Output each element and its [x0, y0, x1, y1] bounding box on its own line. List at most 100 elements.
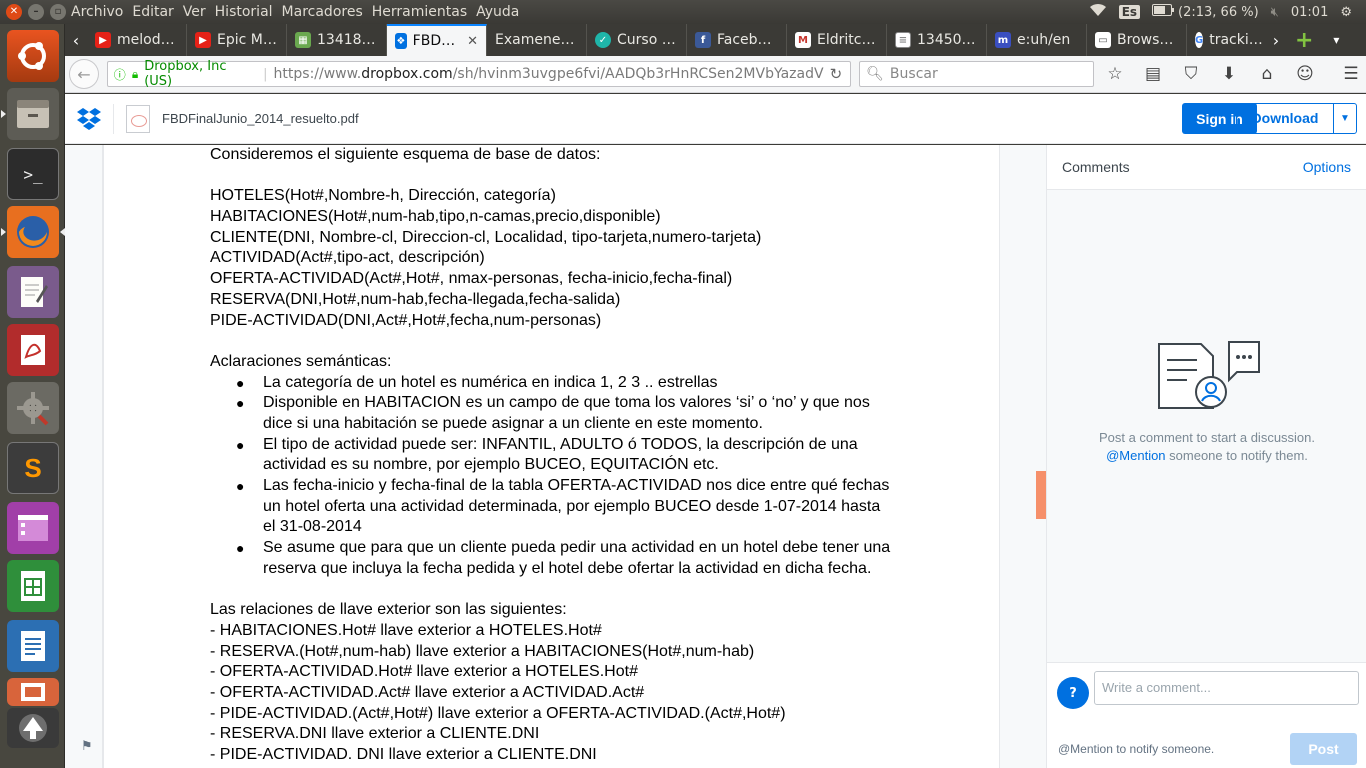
sublime-text-icon[interactable]: S — [7, 442, 59, 494]
tab[interactable]: ▭ Brows… — [1087, 24, 1187, 56]
toolbar-icons: ☆ ▤ ⛉ ⬇ ⌂ ☺ ☰ — [1100, 59, 1366, 89]
site-identity[interactable]: Dropbox, Inc (US) — [144, 59, 257, 89]
downloads-icon[interactable]: ⬇ — [1214, 59, 1244, 89]
hamburger-menu-icon[interactable]: ☰ — [1336, 59, 1366, 89]
writer-icon[interactable] — [7, 620, 59, 672]
flag-icon[interactable]: ⚑ — [81, 739, 93, 754]
tabs-scroll-left-icon[interactable]: ‹ — [65, 31, 87, 50]
menu-archivo[interactable]: Archivo — [70, 4, 131, 20]
keyboard-language-indicator[interactable]: Es — [1118, 5, 1141, 19]
comments-title: Comments — [1062, 159, 1130, 175]
list-item: ● La categoría de un hotel es numérica en… — [236, 373, 718, 391]
tab[interactable]: M Eldritc… — [787, 24, 887, 56]
tab-title: Epic M… — [217, 32, 277, 48]
tab-title: Faceb… — [717, 32, 772, 48]
wifi-icon[interactable] — [1089, 3, 1107, 21]
tab-active[interactable]: ❖ FBD… ✕ — [387, 24, 487, 56]
menu-herramientas[interactable]: Herramientas — [371, 4, 475, 20]
download-button[interactable]: Download ▼ — [1236, 103, 1357, 134]
tabs-scroll-right-icon[interactable]: › — [1265, 31, 1287, 50]
spreadsheet-icon[interactable] — [7, 560, 59, 612]
mention-hint: @Mention to notify someone. — [1058, 742, 1215, 756]
menu-historial[interactable]: Historial — [214, 4, 281, 20]
comment-input[interactable]: Write a comment... — [1094, 671, 1359, 705]
system-settings-icon[interactable] — [7, 382, 59, 434]
tab[interactable]: ▦ 13418… — [287, 24, 387, 56]
youtube-icon: ▶ — [95, 32, 111, 48]
url-bar[interactable]: ⓘ 🔒︎ Dropbox, Inc (US) | https://www.dro… — [106, 59, 852, 89]
pocket-icon[interactable]: ⛉ — [1176, 59, 1206, 89]
schema-line: PIDE-ACTIVIDAD(DNI,Act#,Hot#,fecha,num-p… — [210, 311, 602, 329]
clock[interactable]: 01:01 — [1291, 5, 1328, 20]
document-viewer-icon[interactable] — [7, 324, 59, 376]
tab-title: Curso … — [617, 32, 676, 48]
scrollbar-thumb[interactable] — [1036, 471, 1046, 519]
new-tab-plus-icon[interactable]: + — [1295, 28, 1313, 53]
google-icon: G — [1195, 32, 1204, 48]
menu-ayuda[interactable]: Ayuda — [475, 4, 527, 20]
tab[interactable]: ▶ melod… — [87, 24, 187, 56]
text-editor-icon[interactable] — [7, 266, 59, 318]
chevron-down-icon[interactable]: ▼ — [1334, 113, 1356, 124]
tab[interactable]: ✓ Curso … — [587, 24, 687, 56]
list-item: ● Las fecha-inicio y fecha-final de la ta… — [236, 477, 890, 536]
browser-tab-bar: ‹ ▶ melod… ▶ Epic M… ▦ 13418… ❖ FBD… ✕ E… — [65, 24, 1366, 56]
options-link[interactable]: Options — [1303, 159, 1351, 175]
terminal-icon[interactable]: >_ — [7, 148, 59, 200]
tab[interactable]: m e:uh/en — [987, 24, 1087, 56]
tab[interactable]: f Faceb… — [687, 24, 787, 56]
power-gear-icon[interactable]: ⚙ — [1340, 5, 1352, 20]
tab[interactable]: Examene… — [487, 24, 587, 56]
bookmark-star-icon[interactable]: ☆ — [1100, 59, 1130, 89]
chat-icon[interactable]: ☺ — [1290, 59, 1320, 89]
tabs-list-chevron-down-icon[interactable]: ▾ — [1325, 33, 1347, 47]
volume-muted-icon[interactable]: 🔇︎ — [1271, 5, 1279, 20]
download-label[interactable]: Download — [1237, 104, 1334, 133]
image-icon: ▦ — [295, 32, 311, 48]
tab-close-icon[interactable]: ✕ — [467, 34, 478, 49]
ubuntu-dash-icon[interactable] — [7, 30, 59, 82]
menu-marcadores[interactable]: Marcadores — [281, 4, 371, 20]
viewer-scroll-area[interactable] — [1000, 145, 1046, 768]
empty-line-1: Post a comment to start a discussion. — [1098, 430, 1316, 445]
menu-editar[interactable]: Editar — [131, 4, 181, 20]
empty-line-2: @Mention someone to notify them. — [1106, 448, 1308, 463]
comments-header: Comments Options — [1047, 145, 1366, 190]
window-minimize-button[interactable]: – — [28, 4, 44, 20]
reading-list-icon[interactable]: ▤ — [1138, 59, 1168, 89]
reload-icon[interactable]: ↻ — [830, 65, 851, 83]
tab[interactable]: ≡ 13450… — [887, 24, 987, 56]
back-button[interactable]: ← — [69, 59, 99, 89]
navigation-toolbar: ← ⓘ 🔒︎ Dropbox, Inc (US) | https://www.d… — [65, 56, 1366, 93]
dropbox-logo-icon[interactable] — [65, 107, 113, 131]
url-text[interactable]: https://www.dropbox.com/sh/hvinm3uvgpe6f… — [274, 66, 824, 82]
window-maximize-button[interactable]: ▫ — [50, 4, 66, 20]
firefox-icon[interactable] — [1, 206, 65, 258]
post-button[interactable]: Post — [1290, 733, 1357, 765]
tab-title: Brows… — [1117, 32, 1174, 48]
back-arrow-icon: ← — [77, 64, 91, 84]
lock-icon[interactable]: 🔒︎ — [132, 67, 138, 82]
intro-line: Consideremos el siguiente esquema de bas… — [210, 146, 601, 163]
files-icon[interactable] — [1, 88, 59, 140]
search-input[interactable]: Buscar — [890, 66, 938, 82]
dropbox-header: FBDFinalJunio_2014_resuelto.pdf Sign in … — [65, 94, 1366, 144]
menu-ver[interactable]: Ver — [182, 4, 214, 20]
schema-line: ACTIVIDAD(Act#,tipo-act, descripción) — [210, 249, 485, 267]
tab[interactable]: ▶ Epic M… — [187, 24, 287, 56]
schema-line: OFERTA-ACTIVIDAD(Act#,Hot#, nmax-persona… — [210, 270, 733, 288]
tab[interactable]: G tracki… — [1187, 24, 1265, 56]
search-bar[interactable]: 🔍︎ Buscar — [859, 61, 1095, 87]
clarifications-list: ● La categoría de un hotel es numérica en… — [210, 373, 910, 580]
window-close-button[interactable]: ✕ — [6, 4, 22, 20]
workspace-switcher-icon[interactable] — [7, 502, 59, 554]
impress-icon[interactable] — [7, 678, 59, 706]
home-icon[interactable]: ⌂ — [1252, 59, 1282, 89]
fk-line: - OFERTA-ACTIVIDAD.Act# llave exterior a… — [210, 684, 645, 702]
info-icon[interactable]: ⓘ — [114, 66, 126, 83]
software-updater-icon[interactable] — [7, 708, 59, 748]
avatar[interactable]: ? — [1057, 677, 1089, 709]
battery-indicator[interactable]: (2:13, 66 %) — [1152, 4, 1259, 20]
list-item: ● El tipo de actividad puede ser: INFANTI… — [236, 435, 858, 474]
mention-link[interactable]: @Mention — [1106, 448, 1165, 463]
